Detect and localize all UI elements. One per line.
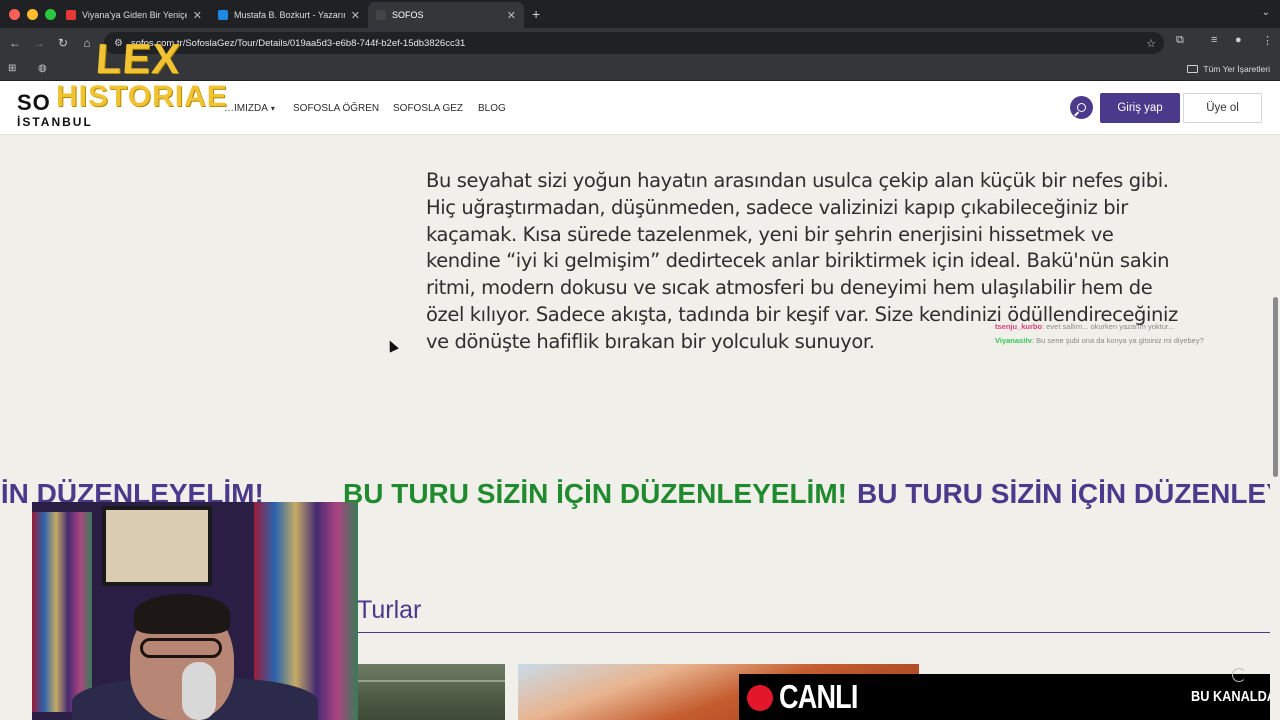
nav-item-sofosla-ogren[interactable]: SOFOSLA ÖĞREN [293, 103, 379, 114]
channel-watermark-line2: HISTORIAE [56, 80, 228, 113]
folder-icon [1187, 65, 1199, 73]
nav-item-blog[interactable]: BLOG [478, 103, 506, 114]
chat-text: : Bu sene şubi ona da konya ya gitsiniz … [1031, 336, 1204, 345]
address-bar[interactable]: ⚙ sofos.com.tr/SofoslaGez/Tour/Details/0… [104, 32, 1164, 54]
bookmarks-bar: ⊞ ◍ Tüm Yer İşaretleri [0, 58, 1280, 81]
loading-spinner-icon [1232, 668, 1246, 682]
forward-arrow-icon[interactable]: → [27, 36, 51, 50]
window-controls [0, 8, 58, 20]
live-label: CANLI [779, 678, 858, 715]
tab-label: SOFOS [392, 10, 424, 20]
site-logo-bottom[interactable]: İSTANBUL [17, 115, 93, 129]
site-logo-top[interactable]: SO [17, 90, 51, 116]
tab-search-chevron-icon[interactable]: ⌄ [1262, 7, 1270, 18]
browser-tab-bar: Viyana'ya Giden Bir Yeniçeri ✕ Mustafa B… [0, 0, 1280, 28]
stream-chat-overlay: tsenju_kurbo: evet sallım... okurken yaz… [995, 320, 1204, 348]
close-tab-icon[interactable]: ✕ [345, 9, 360, 22]
browser-tab-1[interactable]: Viyana'ya Giden Bir Yeniçeri ✕ [58, 2, 210, 28]
nav-item-label: …IMIZDA [224, 103, 268, 114]
youtube-favicon-icon [66, 10, 76, 20]
live-banner: CANLI BU KANALDA [739, 668, 1280, 720]
microphone [182, 662, 216, 720]
sofos-favicon-icon [376, 10, 386, 20]
section-divider [357, 632, 1280, 633]
all-bookmarks-label: Tüm Yer İşaretleri [1203, 64, 1270, 74]
apps-grid-icon[interactable]: ⊞ [8, 63, 16, 74]
channel-watermark-line1: LEX [94, 35, 183, 82]
browser-tab-3[interactable]: SOFOS ✕ [368, 2, 524, 28]
extensions-icon[interactable]: ⧉ [1176, 34, 1184, 47]
tab-label: Viyana'ya Giden Bir Yeniçeri [82, 10, 187, 20]
chat-username: tsenju_kurbo [995, 322, 1043, 331]
chat-username: Viyanasitv [995, 336, 1032, 345]
chat-message: tsenju_kurbo: evet sallım... okurken yaz… [995, 320, 1204, 334]
maximize-window-button[interactable] [45, 8, 56, 20]
marquee-segment: BU TURU SİZİN İÇİN DÜZENLEYELİM! [343, 478, 847, 509]
chat-message: Viyanasitv: Bu sene şubi ona da konya ya… [995, 334, 1204, 348]
tour-card-image[interactable] [357, 664, 505, 720]
tours-section-title: Turlar [357, 596, 422, 624]
marquee-segment: BU TURU SİZİN İÇİN DÜZENLEYELİM! [857, 478, 1280, 509]
chat-text: : evet sallım... okurken yazarım yoktur.… [1042, 322, 1175, 331]
page-scrollbar[interactable] [1270, 135, 1280, 720]
globe-icon[interactable]: ◍ [38, 63, 47, 74]
nav-item-sofosla-gez[interactable]: SOFOSLA GEZ [393, 103, 463, 114]
minimize-window-button[interactable] [27, 8, 38, 20]
close-window-button[interactable] [9, 8, 20, 20]
reading-list-icon[interactable]: ≡ [1211, 34, 1217, 46]
live-record-icon [747, 685, 773, 711]
signup-button[interactable]: Üye ol [1183, 93, 1262, 123]
bookshelf-left [32, 512, 92, 712]
search-button[interactable] [1070, 96, 1093, 119]
streamer-hair [134, 594, 230, 634]
wall-map [102, 506, 212, 586]
close-tab-icon[interactable]: ✕ [501, 9, 516, 22]
streamer-webcam [32, 502, 358, 720]
site-favicon-icon [218, 10, 228, 20]
nav-item-about[interactable]: …IMIZDA ▾ [224, 103, 275, 114]
login-button[interactable]: Giriş yap [1100, 93, 1180, 123]
live-channel-label: BU KANALDA [1191, 688, 1276, 705]
profile-avatar-icon[interactable]: ● [1235, 34, 1242, 46]
scrollbar-thumb[interactable] [1273, 297, 1278, 477]
reload-icon[interactable]: ↻ [51, 36, 75, 50]
chevron-down-icon: ▾ [270, 104, 275, 113]
close-tab-icon[interactable]: ✕ [187, 9, 202, 22]
tab-label: Mustafa B. Bozkurt - Yazarın [234, 10, 345, 20]
browser-toolbar: ← → ↻ ⌂ ⚙ sofos.com.tr/SofoslaGez/Tour/D… [0, 28, 1280, 58]
streamer-glasses [140, 638, 222, 658]
mouse-cursor-icon [385, 338, 399, 353]
bookmark-star-icon[interactable]: ☆ [1146, 37, 1156, 50]
all-bookmarks-button[interactable]: Tüm Yer İşaretleri [1187, 64, 1270, 74]
browser-tab-2[interactable]: Mustafa B. Bozkurt - Yazarın ✕ [210, 2, 368, 28]
browser-menu-icon[interactable]: ⋮ [1262, 34, 1273, 47]
search-icon [1077, 103, 1086, 112]
back-arrow-icon[interactable]: ← [3, 36, 27, 50]
home-icon[interactable]: ⌂ [75, 36, 99, 50]
new-tab-icon[interactable]: + [532, 6, 540, 22]
